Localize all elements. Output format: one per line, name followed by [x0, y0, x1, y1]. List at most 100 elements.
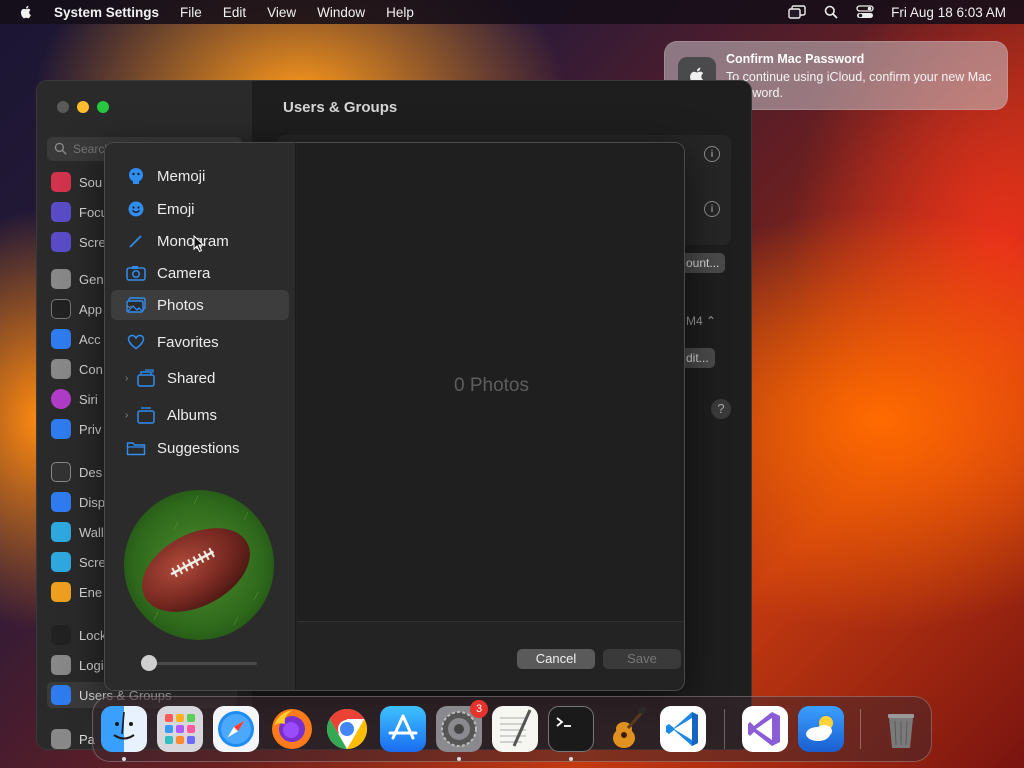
key-icon	[51, 729, 71, 749]
search-icon	[54, 142, 67, 155]
camera-icon	[125, 262, 147, 284]
source-favorites[interactable]: Favorites	[111, 327, 289, 357]
sidebar-item-control-center[interactable]: Con	[51, 356, 103, 382]
add-account-button[interactable]: ount...	[680, 253, 726, 273]
desktop-icon	[51, 462, 71, 482]
siri-icon	[51, 389, 71, 409]
zoom-slider-knob[interactable]	[141, 655, 157, 671]
minimize-button[interactable]	[77, 101, 89, 113]
screen-saver-icon	[51, 552, 71, 572]
window-controls	[57, 101, 109, 113]
menu-bar: System Settings File Edit View Window He…	[0, 0, 1024, 24]
sidebar-item-appearance[interactable]: App	[51, 296, 102, 322]
sidebar-item-passwords[interactable]: Pa	[51, 726, 95, 749]
trash-icon[interactable]	[878, 706, 924, 752]
app-store-icon[interactable]	[380, 706, 426, 752]
sidebar-item-screen-time[interactable]: Scre	[51, 229, 106, 255]
menu-window[interactable]: Window	[317, 5, 365, 20]
source-emoji[interactable]: Emoji	[111, 194, 289, 224]
battery-icon	[51, 582, 71, 602]
safari-icon[interactable]	[213, 706, 259, 752]
apple-menu-icon[interactable]	[18, 4, 34, 20]
dock: 3	[92, 696, 932, 762]
app-menu[interactable]: System Settings	[54, 5, 159, 20]
photo-grid: 0 Photos	[297, 143, 684, 621]
screen-time-icon	[51, 232, 71, 252]
info-icon[interactable]: i	[704, 201, 720, 217]
chevron-right-icon[interactable]: ›	[125, 373, 128, 384]
running-indicator	[457, 757, 461, 761]
memoji-icon	[125, 165, 147, 187]
edit-button[interactable]: dit...	[680, 348, 715, 368]
mouse-cursor-icon	[193, 235, 205, 253]
launchpad-icon[interactable]	[157, 706, 203, 752]
avatar-preview[interactable]	[124, 490, 274, 640]
sidebar-item-siri[interactable]: Siri	[51, 386, 98, 412]
finder-icon[interactable]	[101, 706, 147, 752]
info-icon[interactable]: i	[704, 146, 720, 162]
appearance-icon	[51, 299, 71, 319]
sidebar-item-sound[interactable]: Sou	[51, 169, 102, 195]
page-title: Users & Groups	[283, 99, 398, 116]
menu-edit[interactable]: Edit	[223, 5, 246, 20]
terminal-icon[interactable]	[548, 706, 594, 752]
help-button[interactable]: ?	[711, 399, 731, 419]
running-indicator	[569, 757, 573, 761]
sidebar-item-privacy[interactable]: Priv	[51, 416, 101, 442]
source-albums[interactable]: › Albums	[111, 400, 289, 430]
source-photos[interactable]: ⌄ Photos	[111, 290, 289, 320]
source-suggestions[interactable]: Suggestions	[111, 433, 289, 463]
menu-file[interactable]: File	[180, 5, 202, 20]
control-center-icon[interactable]	[855, 4, 875, 20]
dock-separator	[860, 709, 861, 749]
chrome-icon[interactable]	[324, 706, 370, 752]
spotlight-search-icon[interactable]	[821, 4, 841, 20]
guest-stepper[interactable]: M4 ⌃	[680, 311, 722, 331]
firefox-icon[interactable]	[269, 706, 315, 752]
sidebar-item-lock-screen[interactable]: Lock	[51, 622, 106, 648]
save-button[interactable]: Save	[603, 649, 681, 669]
garageband-icon[interactable]	[604, 705, 650, 752]
notification-body: To continue using iCloud, confirm your n…	[726, 70, 992, 100]
chevron-right-icon[interactable]: ›	[125, 410, 128, 421]
accessibility-icon	[51, 329, 71, 349]
wallpaper-icon	[51, 522, 71, 542]
sidebar-item-accessibility[interactable]: Acc	[51, 326, 101, 352]
zoom-button[interactable]	[97, 101, 109, 113]
zoom-slider-track[interactable]	[141, 662, 257, 665]
sheet-footer: Cancel Save	[297, 621, 684, 690]
hand-icon	[51, 419, 71, 439]
zoom-slider[interactable]	[141, 655, 257, 671]
source-camera[interactable]: Camera	[111, 258, 289, 288]
menu-view[interactable]: View	[267, 5, 296, 20]
notification-title: Confirm Mac Password	[726, 52, 865, 66]
picker-sidebar: Memoji Emoji Monogram Camera ⌄ Photos Fa…	[105, 143, 296, 690]
heart-icon	[125, 331, 147, 353]
sound-icon	[51, 172, 71, 192]
album-icon	[135, 404, 157, 426]
source-shared[interactable]: › Shared	[111, 363, 289, 393]
sidebar-item-displays[interactable]: Disp	[51, 489, 105, 515]
close-button[interactable]	[57, 101, 69, 113]
sidebar-item-screen-saver[interactable]: Scre	[51, 549, 106, 575]
sidebar-item-general[interactable]: Gen	[51, 266, 104, 292]
dock-separator	[724, 709, 725, 749]
sidebar-item-login-password[interactable]: Logi	[51, 652, 104, 678]
screen-mirroring-icon[interactable]	[787, 4, 807, 20]
sidebar-item-energy[interactable]: Ene	[51, 579, 102, 605]
menu-help[interactable]: Help	[386, 5, 414, 20]
system-settings-icon[interactable]: 3	[436, 700, 488, 752]
source-memoji[interactable]: Memoji	[111, 161, 289, 191]
sidebar-item-desktop[interactable]: Des	[51, 459, 102, 485]
visual-studio-icon[interactable]	[742, 706, 788, 752]
textedit-icon[interactable]	[492, 706, 538, 752]
monogram-icon	[125, 230, 147, 252]
weather-icon[interactable]	[798, 706, 844, 752]
menu-clock[interactable]: Fri Aug 18 6:03 AM	[891, 5, 1006, 20]
sidebar-item-focus[interactable]: Focu	[51, 199, 108, 225]
vscode-icon[interactable]	[660, 706, 706, 752]
sidebar-item-wallpaper[interactable]: Wall	[51, 519, 104, 545]
cancel-button[interactable]: Cancel	[517, 649, 595, 669]
chevron-down-icon[interactable]: ⌄	[125, 300, 133, 311]
gear-icon	[51, 269, 71, 289]
